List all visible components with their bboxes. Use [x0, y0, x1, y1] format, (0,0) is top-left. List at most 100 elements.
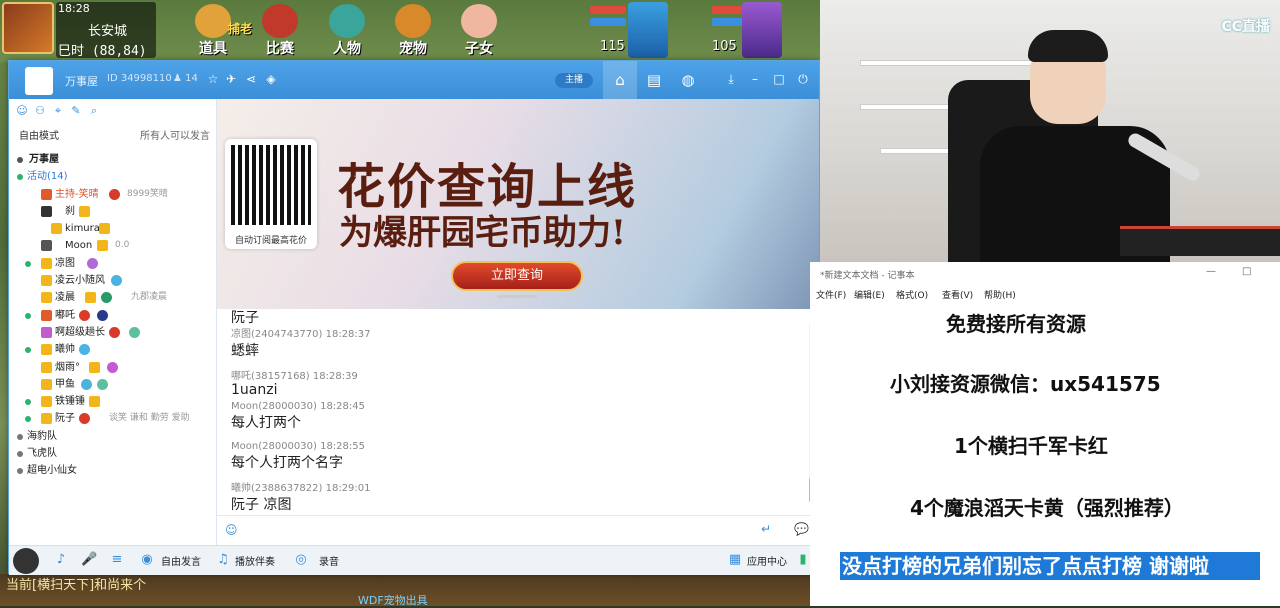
- user-row[interactable]: 嘟吒: [13, 307, 213, 324]
- promo-banner[interactable]: 自动订阅最高花价 花价查询上线 为爆肝园宅币助力! 立即查询: [217, 99, 819, 309]
- free-speak-button[interactable]: 自由发言: [161, 553, 201, 568]
- bag-icon: [195, 4, 231, 38]
- speaker-icon[interactable]: ♪: [53, 552, 69, 568]
- notepad-title: *新建文本文档 - 记事本: [820, 271, 915, 281]
- user-row[interactable]: 凌晨 九郡凌晨: [13, 289, 213, 306]
- record-icon[interactable]: ◎: [293, 552, 309, 568]
- group-row[interactable]: 飞虎队: [13, 445, 213, 462]
- player-avatar[interactable]: [2, 2, 54, 54]
- children-button[interactable]: 子女: [454, 4, 504, 60]
- chat-input[interactable]: ☺ ↵ 💬: [217, 515, 819, 545]
- user-row[interactable]: 铁锤锤: [13, 393, 213, 410]
- room-id: ID 34998110: [107, 73, 172, 84]
- channel-activity[interactable]: 活动(14): [13, 168, 213, 185]
- user-row[interactable]: 甲鱼: [13, 376, 213, 393]
- qr-card[interactable]: 自动订阅最高花价: [225, 139, 317, 249]
- maximize-icon[interactable]: □: [771, 71, 787, 87]
- anchor-pill[interactable]: 主播: [555, 73, 593, 88]
- chat-message: 凉图(2404743770) 18:28:37 蟋蟀: [231, 329, 371, 359]
- pin-icon[interactable]: ⌖: [51, 104, 65, 118]
- edit-icon[interactable]: ✎: [69, 104, 83, 118]
- group-row[interactable]: 海豹队: [13, 428, 213, 445]
- match-button[interactable]: 比赛: [255, 4, 305, 60]
- mp-bar: [590, 18, 626, 26]
- trophy-icon: [262, 4, 298, 38]
- record-button[interactable]: 录音: [319, 553, 339, 568]
- sidebar-toolbar: ☺ ⚇ ⌖ ✎ ⌕: [15, 103, 105, 121]
- pet-level: 105: [712, 39, 737, 54]
- notepad-line: 免费接所有资源: [946, 312, 1086, 336]
- qr-caption: 自动订阅最高花价: [234, 236, 307, 246]
- user-row[interactable]: 啊超级趟长: [13, 324, 213, 341]
- cc-titlebar: 万事屋 ID 34998110 ♟ 14 ☆ ✈ ⋖ ◈ 主播 ⌂ ▤ ◍ ⤓ …: [9, 61, 819, 99]
- list-tab[interactable]: ▤: [637, 61, 671, 99]
- event-badge[interactable]: 捕老: [228, 20, 252, 37]
- share-icon[interactable]: ⋖: [243, 71, 259, 87]
- channel-root[interactable]: 万事屋: [13, 151, 213, 168]
- channel-sidebar: ☺ ⚇ ⌖ ✎ ⌕ 自由模式 所有人可以发言 万事屋 活动(14) 主持-笑晴 8999笑…: [9, 99, 217, 575]
- bottom-toolbar: ♪ 🎤 ≡ ◉ 自由发言 ♫ 播放伴奏 ◎ 录音 ▦ 应用中心 ▮: [9, 545, 819, 575]
- player-status[interactable]: 115: [584, 2, 668, 58]
- menu-file[interactable]: 文件(F): [816, 288, 846, 301]
- pet-status[interactable]: 105: [706, 2, 806, 58]
- hp-bar: [590, 6, 626, 14]
- qr-code: [231, 145, 311, 225]
- channel-message: 当前[横扫天下]和尚来个: [6, 578, 147, 593]
- emoji-icon[interactable]: ☺: [225, 523, 238, 537]
- plane-icon[interactable]: ✈: [223, 71, 239, 87]
- menu-format[interactable]: 格式(O): [896, 288, 928, 301]
- chat-bubble-icon[interactable]: 💬: [794, 522, 809, 536]
- power-icon[interactable]: ⏻: [795, 71, 811, 87]
- mode-desc: 所有人可以发言: [140, 131, 210, 142]
- maximize-icon[interactable]: □: [1242, 266, 1251, 277]
- user-row[interactable]: 刹: [13, 203, 213, 220]
- group-row[interactable]: 超电小仙女: [13, 462, 213, 479]
- home-tab[interactable]: ⌂: [603, 61, 637, 99]
- query-button[interactable]: 立即查询: [451, 261, 583, 291]
- people-icon[interactable]: ☺: [15, 104, 29, 118]
- minimize-icon[interactable]: —: [1206, 266, 1216, 277]
- notepad-menu: 文件(F) 编辑(E) 格式(O) 查看(V) 帮助(H): [810, 286, 1280, 304]
- pet-button[interactable]: 宠物: [388, 4, 438, 60]
- send-icon[interactable]: ↵: [761, 522, 771, 536]
- menu-view[interactable]: 查看(V): [942, 288, 973, 301]
- music-icon[interactable]: ♫: [215, 552, 231, 568]
- menu-help[interactable]: 帮助(H): [984, 288, 1016, 301]
- star-icon[interactable]: ☆: [205, 71, 221, 87]
- user-row[interactable]: 阮子 谈笑 谦和 勤劳 爱助: [13, 410, 213, 427]
- user-row[interactable]: 凌云小随风: [13, 272, 213, 289]
- character-button[interactable]: 人物: [322, 4, 372, 60]
- group-icon[interactable]: ⚇: [33, 104, 47, 118]
- notepad-line: 4个魔浪滔天卡黄（强烈推荐）: [910, 496, 1184, 520]
- user-avatar[interactable]: [13, 548, 39, 574]
- microphone-icon[interactable]: 🎤: [81, 552, 97, 568]
- user-row[interactable]: 主持-笑晴 8999笑晴: [13, 186, 213, 203]
- webcam-view: CC直播: [820, 0, 1280, 262]
- shield-icon[interactable]: ◈: [263, 71, 279, 87]
- user-row[interactable]: kimura: [13, 220, 213, 237]
- app-center-button[interactable]: 应用中心: [747, 553, 787, 568]
- game-time: 18:28: [58, 2, 90, 15]
- download-icon[interactable]: ⤓: [723, 71, 739, 87]
- gamepad-tab[interactable]: ◍: [671, 61, 705, 99]
- player-level: 115: [600, 39, 625, 54]
- signal-icon: ▮: [799, 552, 807, 567]
- app-grid-icon[interactable]: ▦: [727, 552, 743, 568]
- user-row[interactable]: Moon 0.0: [13, 237, 213, 254]
- search-icon[interactable]: ⌕: [87, 104, 101, 118]
- user-row[interactable]: 曦帅: [13, 341, 213, 358]
- menu-edit[interactable]: 编辑(E): [854, 288, 885, 301]
- notepad-line: 小刘接资源微信：ux541575: [890, 372, 1161, 396]
- location-panel: 18:28 长安城 巳时 (88,84): [56, 2, 156, 59]
- room-avatar[interactable]: [25, 67, 53, 95]
- equalizer-icon[interactable]: ≡: [109, 552, 125, 568]
- carousel-dots[interactable]: [497, 295, 537, 298]
- play-music-button[interactable]: 播放伴奏: [235, 553, 275, 568]
- free-speak-icon[interactable]: ◉: [139, 552, 155, 568]
- user-row[interactable]: 烟雨°: [13, 359, 213, 376]
- user-row[interactable]: 凉图: [13, 255, 213, 272]
- notepad-selected-line: 没点打榜的兄弟们别忘了点点打榜 谢谢啦: [840, 552, 1260, 580]
- minimize-icon[interactable]: –: [747, 71, 763, 87]
- online-count: ♟ 14: [173, 73, 198, 84]
- coords-label: 巳时 (88,84): [58, 44, 147, 59]
